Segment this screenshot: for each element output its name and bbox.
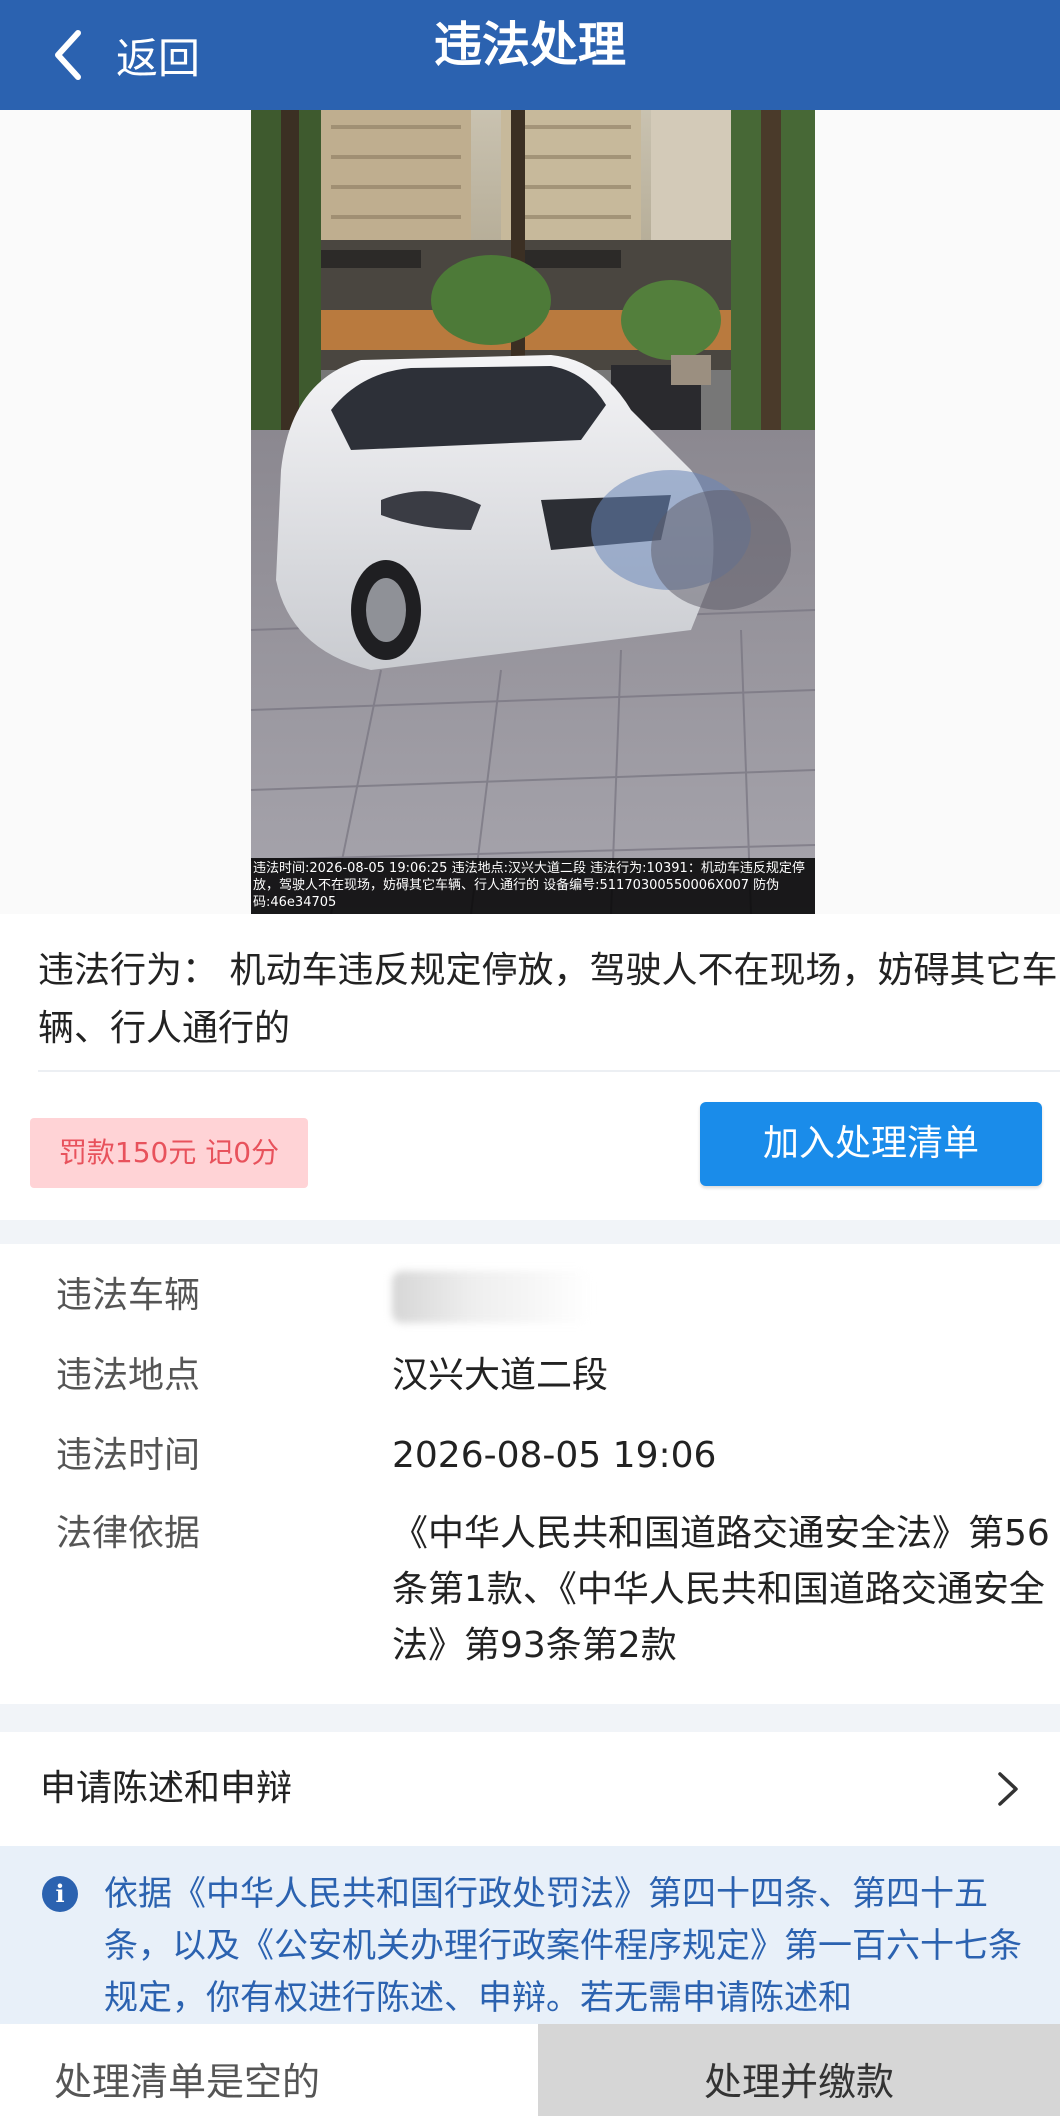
legal-notice: i 依据《中华人民共和国行政处罚法》第四十四条、第四十五条，以及《公安机关办理行… <box>0 1846 1060 2024</box>
notice-text: 依据《中华人民共和国行政处罚法》第四十四条、第四十五条，以及《公安机关办理行政案… <box>104 1874 1022 2018</box>
violation-details-card: 违法车辆 违法地点 汉兴大道二段 违法时间 2026-08-05 19:06 法… <box>0 1244 1060 1704</box>
statement-label: 申请陈述和申辩 <box>40 1768 293 1809</box>
processing-list-status: 处理清单是空的 <box>0 2024 538 2116</box>
info-icon: i <box>42 1876 78 1912</box>
statement-appeal-row[interactable]: 申请陈述和申辩 <box>0 1732 1060 1846</box>
process-and-pay-button[interactable]: 处理并缴款 <box>538 2024 1060 2116</box>
bottom-action-bar: 处理清单是空的 处理并缴款 <box>0 2024 1060 2116</box>
time-value: 2026-08-05 19:06 <box>392 1435 717 1476</box>
law-label: 法律依据 <box>56 1513 201 1554</box>
location-label: 违法地点 <box>56 1355 201 1396</box>
vehicle-label: 违法车辆 <box>56 1275 201 1316</box>
fine-badge: 罚款150元 记0分 <box>30 1118 308 1188</box>
page-title: 违法处理 <box>433 17 626 73</box>
evidence-photo[interactable]: 违法时间:2026-08-05 19:06:25 违法地点:汉兴大道二段 违法行… <box>251 110 815 914</box>
header-bar: 返回 违法处理 <box>0 0 1060 110</box>
add-to-list-button[interactable]: 加入处理清单 <box>700 1102 1042 1186</box>
evidence-photo-carousel[interactable]: 违法时间:2026-08-05 19:06:25 违法地点:汉兴大道二段 违法行… <box>0 110 1060 988</box>
time-label: 违法时间 <box>56 1435 201 1476</box>
vehicle-plate-redacted <box>392 1268 1060 1324</box>
evidence-photo-image <box>251 110 815 914</box>
photo-caption: 违法时间:2026-08-05 19:06:25 违法地点:汉兴大道二段 违法行… <box>251 858 815 914</box>
violation-behavior: 违法行为： 机动车违反规定停放，驾驶人不在现场，妨碍其它车辆、行人通行的 <box>38 942 1060 1058</box>
violation-summary-card: 违法行为： 机动车违反规定停放，驾驶人不在现场，妨碍其它车辆、行人通行的 罚款1… <box>0 914 1060 1220</box>
location-value: 汉兴大道二段 <box>392 1355 609 1396</box>
violation-handling-page: 返回 违法处理 违法时间:2026-08-05 19:06:25 违法地点:汉兴… <box>0 0 1060 2116</box>
chevron-right-icon <box>998 1772 1018 1806</box>
behavior-label: 违法行为： <box>38 950 219 991</box>
divider <box>38 1070 1060 1072</box>
law-value: 《中华人民共和国道路交通安全法》第56条第1款、《中华人民共和国道路交通安全法》… <box>392 1513 1050 1666</box>
cart-status-text: 处理清单是空的 <box>54 2060 321 2104</box>
